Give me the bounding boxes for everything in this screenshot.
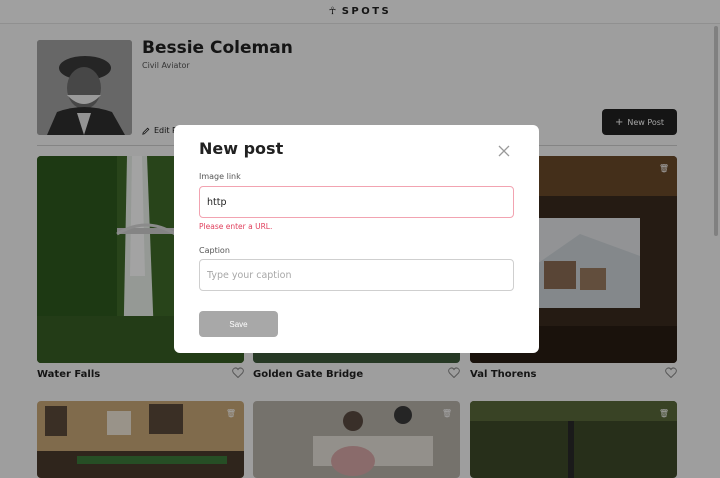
modal-title: New post [199, 139, 284, 158]
image-link-label: Image link [199, 172, 241, 181]
close-icon[interactable] [496, 143, 512, 159]
image-link-input[interactable] [199, 186, 514, 218]
caption-input[interactable] [199, 259, 514, 291]
save-button[interactable]: Save [199, 311, 278, 337]
new-post-modal: New post Image link Please enter a URL. … [174, 125, 539, 353]
caption-label: Caption [199, 246, 230, 255]
image-link-error: Please enter a URL. [199, 222, 273, 231]
